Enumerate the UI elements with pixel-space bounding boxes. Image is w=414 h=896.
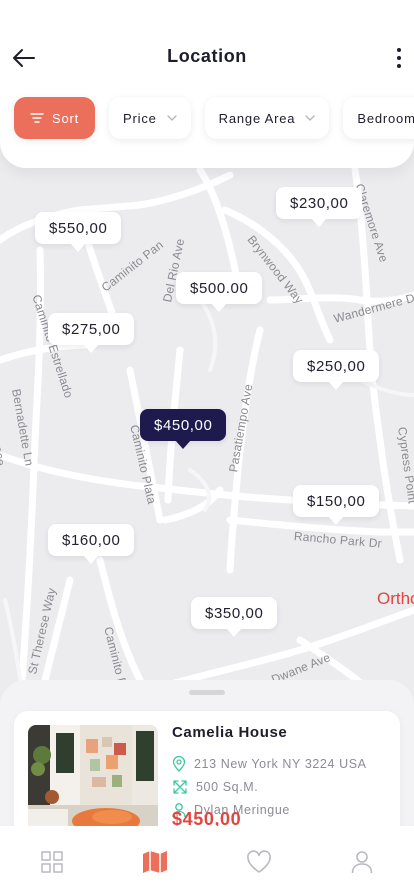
- map-icon: [143, 851, 168, 873]
- property-area-row: 500 Sq.M.: [172, 779, 258, 795]
- city-label: Ortho: [377, 589, 414, 608]
- bottom-sheet[interactable]: Camelia House 213 New York NY 3224 USA 5…: [0, 680, 414, 851]
- grid-icon: [41, 851, 63, 873]
- more-options-button[interactable]: [392, 44, 406, 72]
- heart-icon: [246, 850, 271, 873]
- property-name: Camelia House: [172, 724, 288, 741]
- price-pin[interactable]: $500.00: [176, 272, 263, 312]
- price-pin[interactable]: $250,00: [293, 350, 380, 390]
- price-pin[interactable]: $150,00: [293, 485, 380, 525]
- tab-map[interactable]: [135, 848, 175, 876]
- price-pin[interactable]: $160,00: [48, 524, 135, 564]
- chevron-down-icon: [305, 115, 315, 121]
- bottom-tab-bar: [0, 826, 414, 896]
- sort-button[interactable]: Sort: [14, 97, 96, 139]
- property-address: 213 New York NY 3224 USA: [194, 757, 367, 771]
- price-pin-selected[interactable]: $450,00: [140, 409, 227, 449]
- price-pin[interactable]: $350,00: [191, 597, 278, 637]
- bedroom-filter-label: Bedroom: [357, 110, 414, 126]
- property-photo: [28, 725, 158, 837]
- price-filter-dropdown[interactable]: Price: [109, 97, 191, 139]
- bedroom-filter-dropdown[interactable]: Bedroom: [343, 97, 414, 139]
- area-expand-icon: [173, 780, 187, 794]
- property-area: 500 Sq.M.: [196, 780, 259, 794]
- price-pin[interactable]: $230,00: [276, 187, 363, 227]
- price-pin[interactable]: $550,00: [35, 212, 122, 252]
- sort-label: Sort: [52, 110, 80, 126]
- property-address-row: 213 New York NY 3224 USA: [172, 756, 367, 772]
- range-area-filter-label: Range Area: [218, 110, 296, 126]
- location-pin-icon: [172, 756, 186, 772]
- tab-profile[interactable]: [342, 848, 382, 876]
- user-icon: [351, 851, 373, 874]
- sheet-drag-handle[interactable]: [189, 690, 225, 695]
- more-vertical-icon: [397, 48, 401, 52]
- sort-lines-icon: [30, 113, 44, 123]
- range-area-filter-dropdown[interactable]: Range Area: [204, 97, 330, 139]
- filter-bar: Sort Price Range Area Bedroom: [14, 97, 414, 139]
- tab-home[interactable]: [32, 848, 72, 876]
- price-pin[interactable]: $275,00: [48, 313, 135, 353]
- top-header: Location Sort Price Range Area Bedroom: [0, 0, 414, 168]
- tab-favorites[interactable]: [239, 848, 279, 876]
- page-title: Location: [167, 46, 247, 66]
- price-filter-label: Price: [123, 110, 157, 126]
- map-view[interactable]: Caminito Pan Del Rio Ave Brynwood Way Cl…: [0, 120, 414, 720]
- chevron-down-icon: [167, 115, 177, 121]
